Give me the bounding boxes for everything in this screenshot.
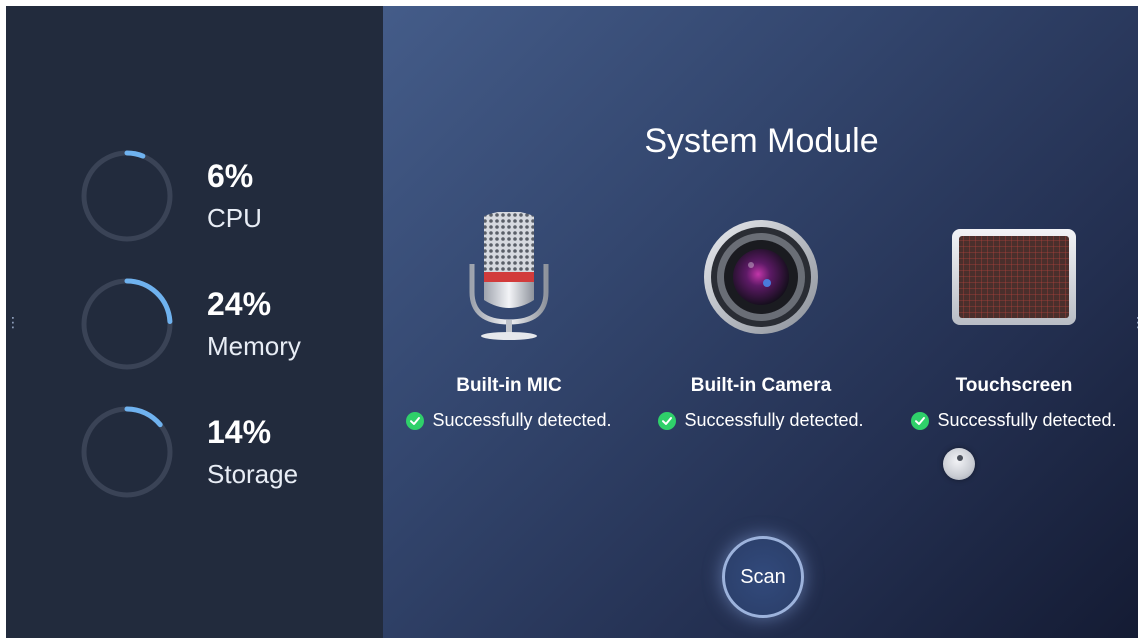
module-touchscreen-status: Successfully detected. [889,410,1138,431]
check-icon [406,411,425,430]
floating-assistive-ball[interactable] [943,448,975,480]
cpu-value: 6% [207,158,254,194]
module-touchscreen-status-text: Successfully detected. [937,410,1117,430]
module-camera-status: Successfully detected. [636,410,886,431]
stats-panel: ⋮ 6% CPU 24% Memory 14% Storage [6,6,383,638]
cpu-gauge [80,149,174,243]
storage-gauge [80,405,174,499]
memory-value: 24% [207,286,272,322]
module-touchscreen-name: Touchscreen [955,375,1073,396]
left-edge-handle-icon[interactable]: ⋮ [6,315,20,329]
memory-gauge [80,277,174,371]
storage-value: 14% [207,414,272,450]
module-camera-status-text: Successfully detected. [684,410,864,430]
check-icon [911,411,930,430]
app-window: ⋮ 6% CPU 24% Memory 14% Storage ⋮ System… [6,6,1138,638]
cpu-gauge-track [81,150,173,242]
page-title: System Module [644,122,879,160]
cpu-label: CPU [207,203,262,233]
memory-label: Memory [207,331,301,361]
module-camera-name: Built-in Camera [690,375,832,396]
camera-icon [636,212,886,342]
microphone-icon [384,212,634,342]
check-icon [658,411,677,430]
scan-button[interactable]: Scan [722,536,804,618]
module-mic-status: Successfully detected. [384,410,634,431]
module-mic-status-text: Successfully detected. [432,410,612,430]
module-mic-name: Built-in MIC [456,375,562,396]
storage-label: Storage [207,459,299,489]
touchscreen-icon [889,212,1138,342]
